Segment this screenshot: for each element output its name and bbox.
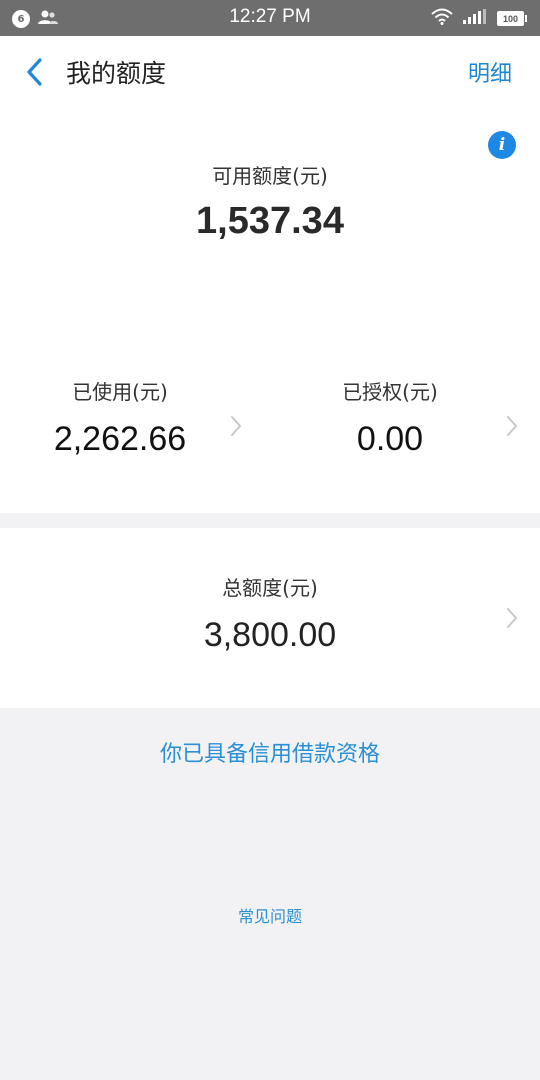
- authorized-section[interactable]: 已授权(元) 0.00: [270, 370, 540, 480]
- authorized-value: 0.00: [356, 420, 424, 458]
- used-value: 2,262.66: [53, 420, 187, 458]
- quota-card: i 可用额度(元) 1,537.34 已使用(元) 2,262.66 已授权(元…: [0, 108, 540, 513]
- chevron-left-icon: [27, 58, 42, 86]
- page-title: 我的额度: [66, 59, 167, 88]
- status-right: 100: [431, 8, 527, 29]
- wifi-icon: [431, 8, 453, 29]
- chevron-right-icon: [502, 414, 522, 438]
- available-label: 可用额度(元): [212, 164, 328, 188]
- chevron-right-icon: [502, 606, 522, 630]
- total-quota-card[interactable]: 总额度(元) 3,800.00: [0, 528, 540, 708]
- faq-link[interactable]: 常见问题: [0, 903, 540, 927]
- chevron-right-icon: [226, 414, 246, 438]
- nav-bar: 我的额度 明细: [0, 36, 540, 108]
- available-value: 1,537.34: [196, 200, 344, 242]
- eligibility-link[interactable]: 你已具备信用借款资格: [0, 736, 540, 768]
- total-label: 总额度(元): [222, 576, 318, 600]
- back-button[interactable]: [14, 50, 54, 94]
- detail-button[interactable]: 明细: [468, 56, 512, 88]
- status-bar: 6 12:27 PM 100: [0, 0, 540, 36]
- battery-icon: 100: [497, 11, 527, 26]
- authorized-label: 已授权(元): [342, 380, 438, 404]
- used-label: 已使用(元): [72, 380, 168, 404]
- used-section[interactable]: 已使用(元) 2,262.66: [0, 370, 270, 480]
- info-icon[interactable]: i: [488, 131, 516, 159]
- total-value: 3,800.00: [203, 616, 337, 654]
- signal-icon: [463, 9, 487, 28]
